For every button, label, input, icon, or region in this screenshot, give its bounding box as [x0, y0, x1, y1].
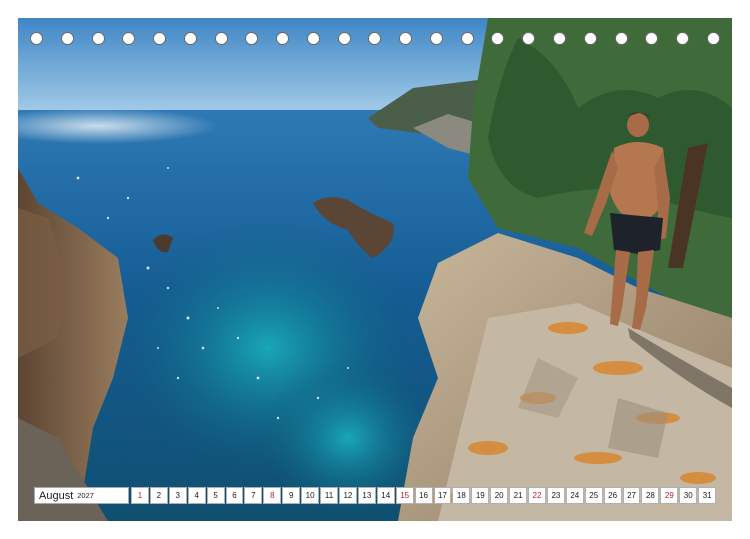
day-cell: 28 [641, 487, 660, 504]
binding-hole [183, 32, 197, 45]
cover-photo [18, 18, 732, 521]
binding-hole [522, 32, 536, 45]
day-cell: 30 [679, 487, 698, 504]
binding-hole [429, 32, 443, 45]
day-cell: 23 [546, 487, 565, 504]
calendar-strip: August 2027 1 2 3 4 5 6 7 8 9 10 11 12 13 14 15 16 17 18 1… [34, 487, 717, 504]
day-cell: 14 [376, 487, 395, 504]
binding-hole [553, 32, 567, 45]
binding-hole [30, 32, 43, 45]
day-cell: 7 [244, 487, 263, 504]
binding-hole [368, 32, 382, 45]
day-cell: 10 [301, 487, 320, 504]
day-cell: 11 [320, 487, 338, 504]
binding-hole [676, 32, 690, 45]
binding-hole [122, 32, 136, 45]
day-cell: 18 [452, 487, 471, 504]
day-cell: 31 [698, 487, 717, 504]
day-cell: 5 [206, 487, 225, 504]
month-name: August [39, 489, 74, 502]
day-cell: 3 [168, 487, 187, 504]
day-cell: 21 [509, 487, 528, 504]
binding-hole [306, 32, 320, 45]
day-cell: 20 [490, 487, 509, 504]
binding-hole [645, 32, 659, 45]
binding-hole [214, 32, 228, 45]
day-cell: 6 [225, 487, 244, 504]
day-cell: 13 [357, 487, 376, 504]
binding-hole [460, 32, 474, 45]
binding-holes [30, 32, 720, 48]
binding-hole [491, 32, 505, 45]
day-cell: 4 [187, 487, 206, 504]
day-cell: 8 [263, 487, 282, 504]
binding-hole [276, 32, 290, 45]
coastal-cliff-scene [18, 18, 732, 521]
binding-hole [153, 32, 167, 45]
binding-hole [337, 32, 351, 45]
day-cell: 19 [471, 487, 490, 504]
binding-hole [245, 32, 259, 45]
day-cell: 17 [433, 487, 452, 504]
day-cell: 24 [565, 487, 584, 504]
day-cell: 29 [660, 487, 679, 504]
day-cell: 2 [149, 487, 168, 504]
day-cell: 9 [282, 487, 301, 504]
binding-hole [60, 32, 74, 45]
year-label: 2027 [77, 491, 94, 500]
day-cell: 16 [414, 487, 433, 504]
binding-hole [614, 32, 628, 45]
binding-hole [91, 32, 105, 45]
day-cell: 26 [603, 487, 622, 504]
day-cell: 25 [584, 487, 603, 504]
day-cell: 1 [131, 487, 149, 504]
day-cell: 22 [528, 487, 546, 504]
binding-hole [706, 32, 720, 45]
day-cell: 15 [395, 487, 414, 504]
month-label: August 2027 [34, 487, 129, 504]
day-cell: 27 [622, 487, 641, 504]
day-cell: 12 [338, 487, 357, 504]
binding-hole [583, 32, 597, 45]
day-cells: 1 2 3 4 5 6 7 8 9 10 11 12 13 14 15 16 17 18 19 20 21 22 23 24 2… [131, 487, 717, 504]
binding-hole [399, 32, 413, 45]
calendar-page: August 2027 1 2 3 4 5 6 7 8 9 10 11 12 13 14 15 16 17 18 1… [0, 0, 750, 539]
